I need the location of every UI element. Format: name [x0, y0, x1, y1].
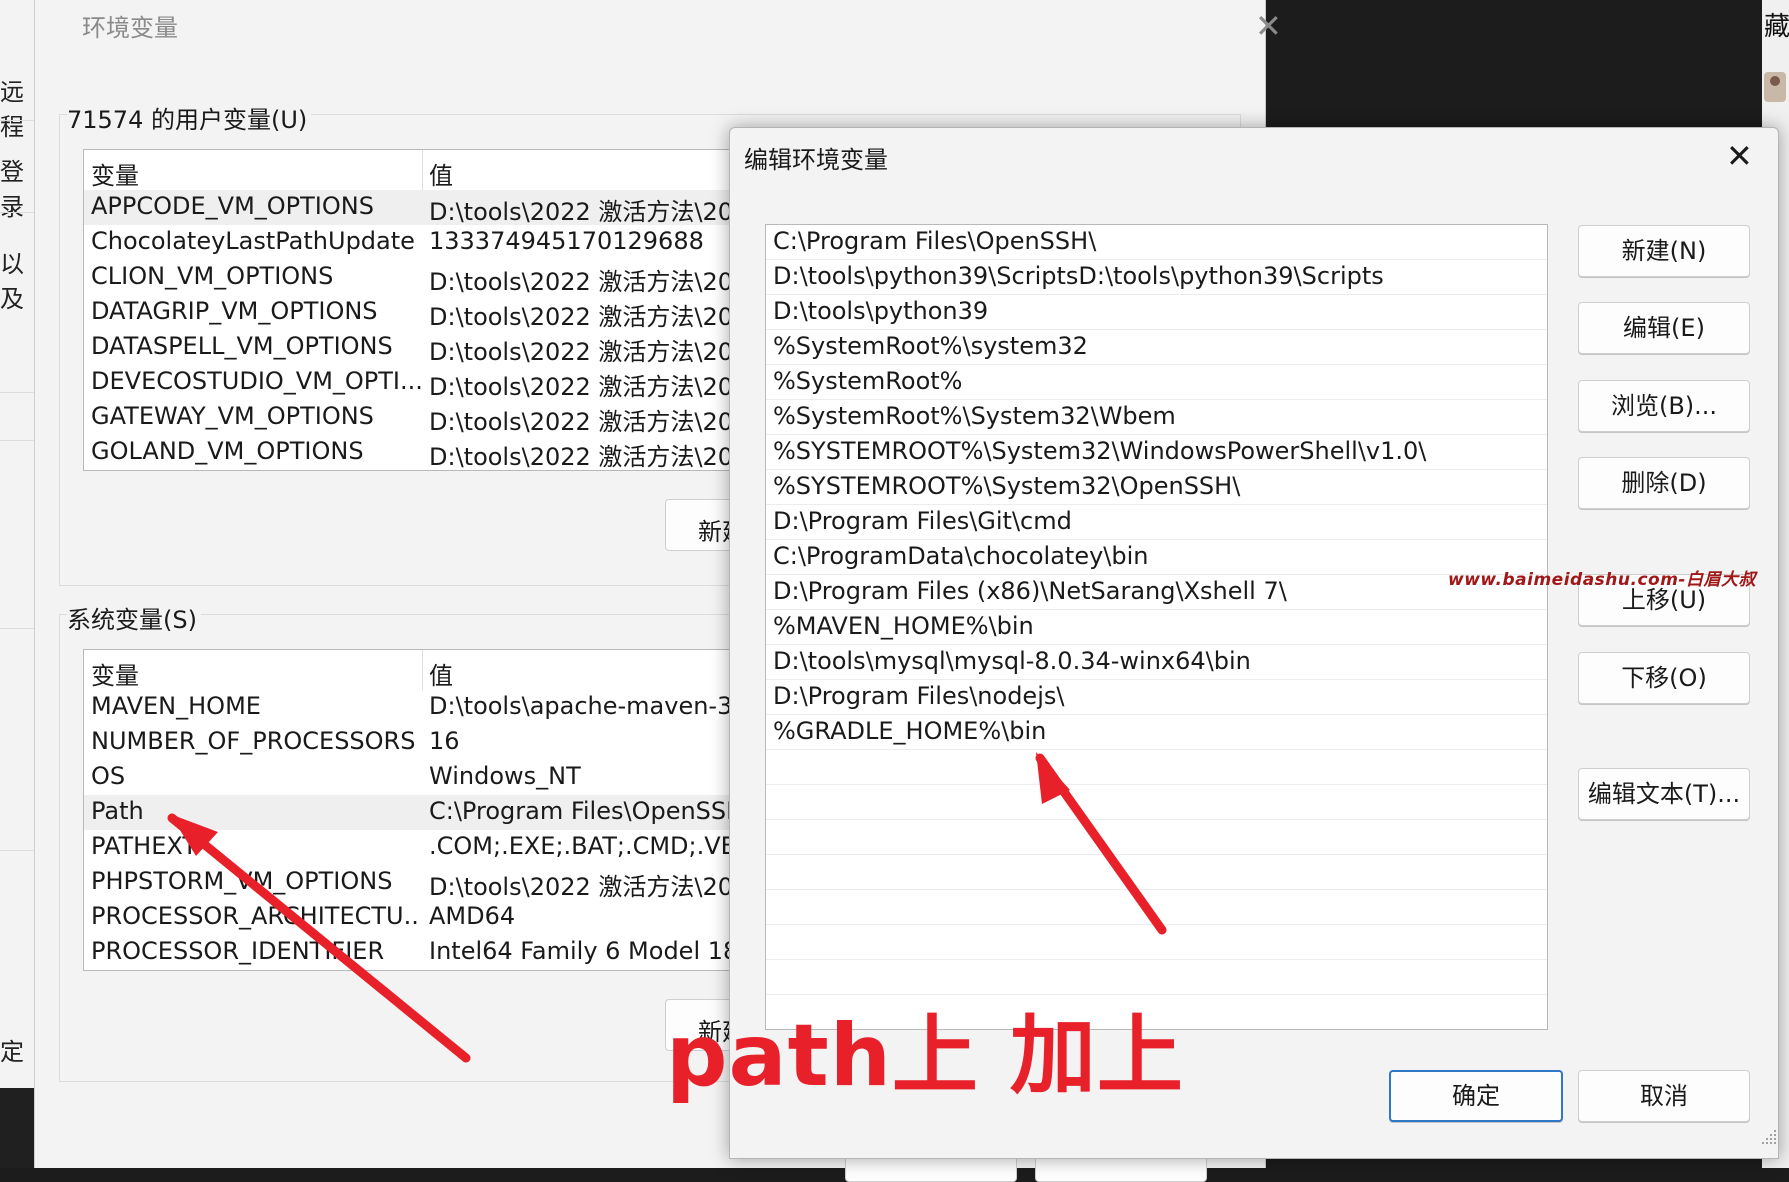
annotation-text: path上 加上	[666, 1006, 1184, 1106]
resize-grip-icon[interactable]	[1760, 1128, 1778, 1146]
arrow-to-path-row-icon	[167, 813, 471, 1063]
